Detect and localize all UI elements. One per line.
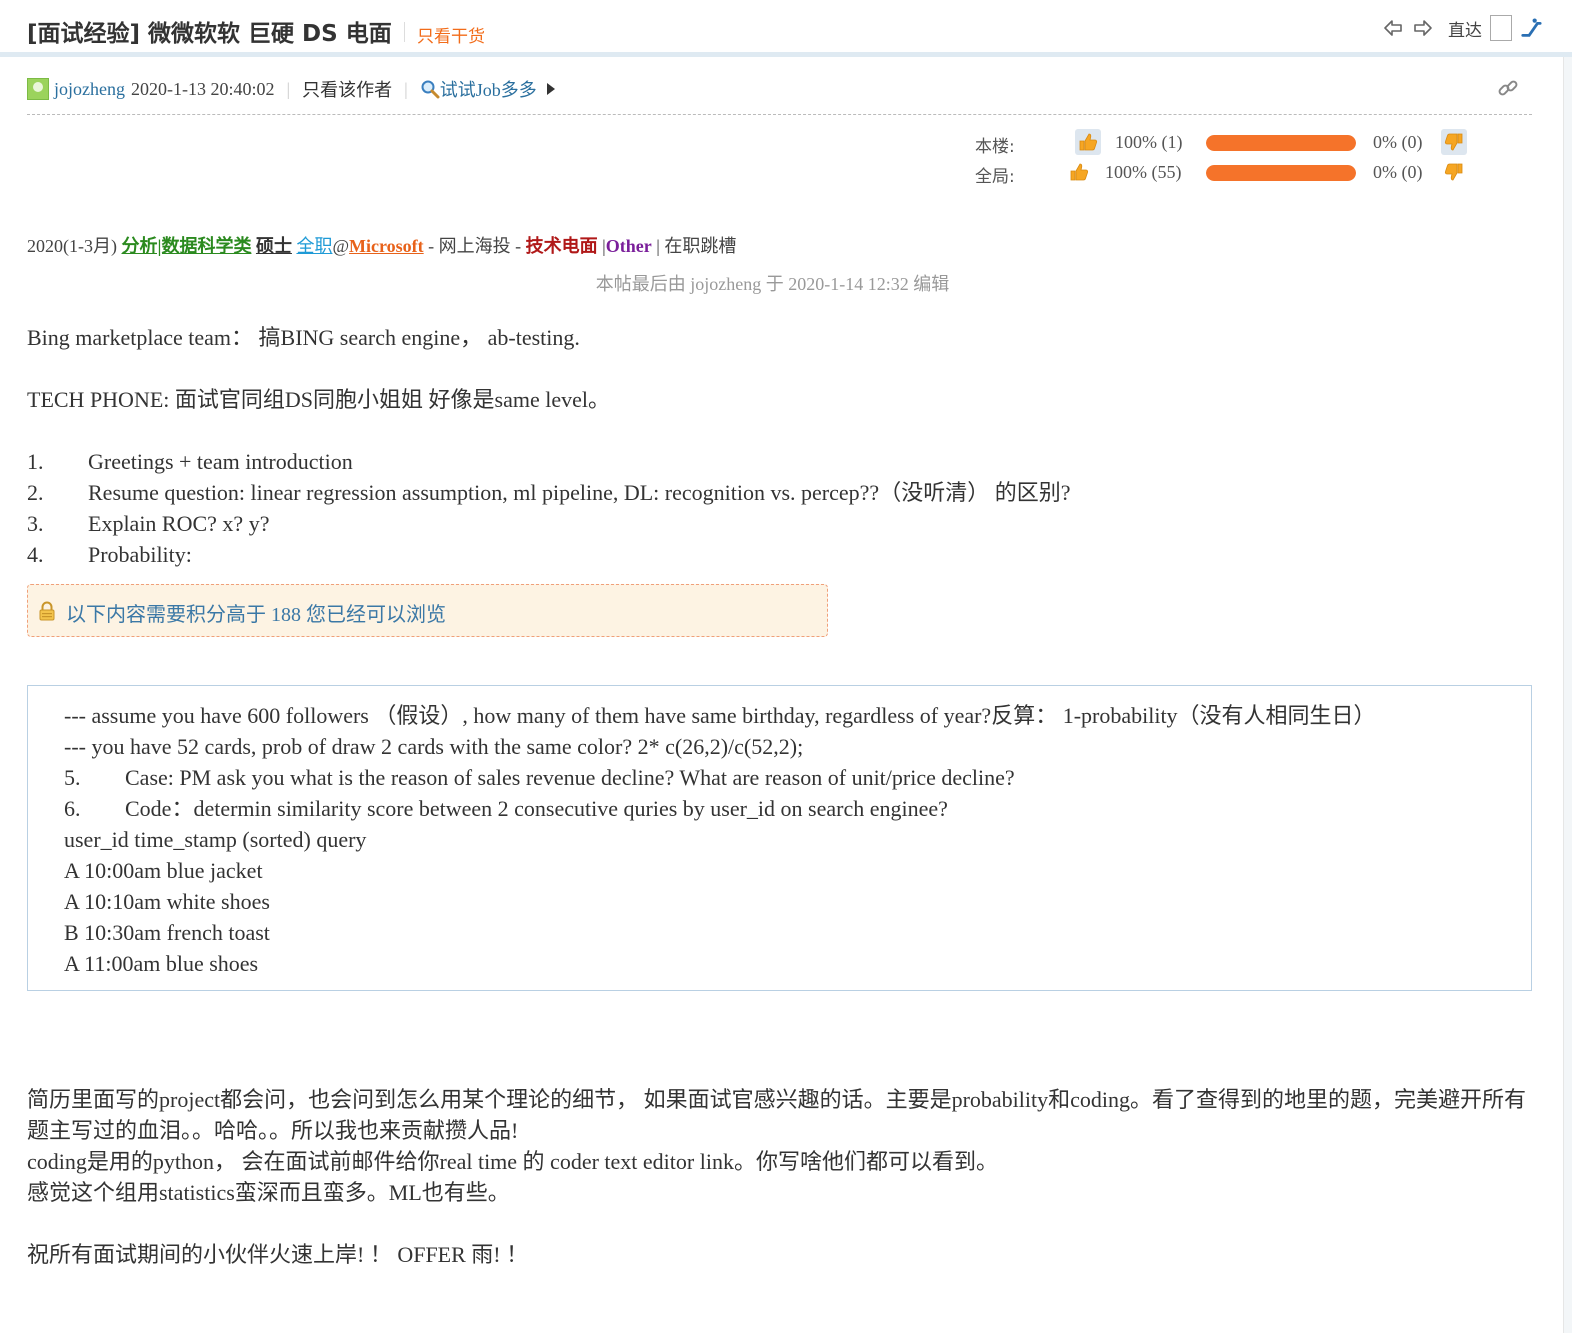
rating-label: 本楼:	[975, 137, 1015, 157]
table-header: user_id time_stamp (sorted) query	[64, 827, 367, 852]
thread-header: [面试经验] 微微软软 巨硬 DS 电面 只看干货 直达	[27, 12, 1572, 52]
lock-icon	[38, 601, 56, 621]
avatar[interactable]	[27, 78, 49, 100]
list-text: Greetings + team introduction	[88, 449, 353, 474]
list-item: 6. Code：determin similarity score between…	[64, 793, 1376, 824]
rating-up-value: 100% (55)	[1105, 162, 1182, 182]
tag-status: | 在职跳槽	[656, 236, 737, 256]
thumbs-down-icon[interactable]	[1441, 159, 1467, 185]
list-number: 3.	[27, 511, 44, 536]
tag-field[interactable]: 分析|数据科学类	[121, 236, 251, 256]
rating-up-value: 100% (1)	[1115, 132, 1183, 152]
list-number: 4.	[27, 542, 44, 567]
header-divider	[0, 52, 1572, 57]
table-row: A 10:10am white shoes	[64, 889, 270, 914]
list-text: Case: PM ask you what is the reason of s…	[125, 765, 1015, 790]
search-job-label: 试试Job多多	[439, 80, 537, 100]
tag-period: 2020(1-3月)	[27, 236, 117, 256]
next-arrow-icon[interactable]	[1412, 17, 1434, 39]
paragraph: 祝所有面试期间的小伙伴火速上岸! ！ OFFER 雨! ！	[27, 1242, 529, 1267]
escalator-icon[interactable]	[1520, 17, 1542, 39]
list-item: 5. Case: PM ask you what is the reason of…	[64, 762, 1376, 793]
list-text: Code：determin similarity score between 2…	[125, 796, 948, 821]
tag-result: Other	[605, 236, 652, 256]
hidden-line: --- you have 52 cards, prob of draw 2 ca…	[64, 734, 804, 759]
hidden-content-box: --- assume you have 600 followers （假设）, …	[27, 685, 1532, 991]
expand-arrow-icon[interactable]	[546, 83, 555, 95]
prev-arrow-icon[interactable]	[1382, 17, 1404, 39]
thumbs-up-icon[interactable]	[1066, 159, 1092, 185]
tag-at: @	[332, 236, 350, 256]
list-text: Probability:	[88, 542, 192, 567]
tag-job-type[interactable]: 全职	[296, 236, 332, 256]
tag-channel: - 网上海投 -	[428, 236, 522, 256]
tag-stage: 技术电面	[525, 236, 598, 256]
locked-content-notice: 以下内容需要积分高于 188 您已经可以浏览	[27, 584, 828, 637]
tag-company[interactable]: Microsoft	[349, 236, 424, 256]
author-link[interactable]: jojozheng	[54, 79, 125, 100]
rating-bar-fill	[1206, 135, 1356, 151]
list-number: 2.	[27, 480, 44, 505]
rating-panel: 本楼: 100% (1) 0% (0) 全局: 100% (55) 0% (0)	[975, 128, 1475, 188]
list-number: 5.	[64, 765, 81, 790]
list-number: 1.	[27, 449, 44, 474]
table-row: B 10:30am french toast	[64, 920, 270, 945]
list-number: 6.	[64, 796, 81, 821]
paragraph: coding是用的python， 会在面试前邮件给你real time 的 co…	[27, 1149, 998, 1174]
search-icon	[421, 80, 440, 99]
tag-degree[interactable]: 硕士	[256, 236, 292, 256]
table-row: A 11:00am blue shoes	[64, 951, 259, 976]
meta-divider-line	[27, 114, 1532, 115]
title-divider	[404, 22, 405, 42]
edited-note: 本帖最后由 jojozheng 于 2020-1-14 12:32 编辑	[595, 274, 950, 294]
body-line: Bing marketplace team： 搞BING search engi…	[27, 325, 580, 350]
paragraph: 简历里面写的project都会问，也会问到怎么用某个理论的细节， 如果面试官感兴…	[27, 1087, 1527, 1143]
rating-label: 全局:	[975, 167, 1015, 187]
post-meta: jojozheng 2020-1-13 20:40:02 | 只看该作者 | 试…	[27, 76, 555, 102]
post-tags: 2020(1-3月) 分析|数据科学类 硕士 全职@Microsoft - 网上…	[27, 232, 736, 258]
thread-title: [面试经验] 微微软软 巨硬 DS 电面	[27, 21, 392, 47]
thumbs-down-icon[interactable]	[1441, 129, 1467, 155]
only-dry-goods-link[interactable]: 只看干货	[417, 22, 485, 47]
rating-row-this-floor: 本楼: 100% (1) 0% (0)	[975, 128, 1475, 158]
post-date: 2020-1-13 20:40:02	[130, 78, 275, 99]
list-text: Resume question: linear regression assum…	[88, 480, 1071, 505]
rating-down-value: 0% (0)	[1373, 132, 1423, 152]
only-author-link[interactable]: 只看该作者	[302, 76, 392, 102]
list-text: Explain ROC? x? y?	[88, 511, 270, 536]
table-row: A 10:00am blue jacket	[64, 858, 263, 883]
post-footer-text: 简历里面写的project都会问，也会问到怎么用某个理论的细节， 如果面试官感兴…	[27, 1084, 1532, 1270]
jump-floor-input[interactable]	[1490, 15, 1512, 41]
search-job-link[interactable]: 试试Job多多	[420, 76, 537, 102]
meta-divider: |	[286, 78, 291, 99]
meta-divider: |	[404, 78, 408, 99]
rating-bar-fill	[1206, 165, 1356, 181]
body-line: TECH PHONE: 面试官同组DS同胞小姐姐 好像是same level。	[27, 387, 610, 412]
jump-label: 直达	[1448, 20, 1482, 41]
thumbs-up-icon[interactable]	[1075, 129, 1101, 155]
paragraph: 感觉这个组用statistics蛮深而且蛮多。ML也有些。	[27, 1180, 510, 1205]
rating-row-overall: 全局: 100% (55) 0% (0)	[975, 158, 1475, 188]
link-icon[interactable]	[1496, 76, 1520, 100]
locked-message: 以下内容需要积分高于 188 您已经可以浏览	[66, 604, 446, 626]
rating-down-value: 0% (0)	[1373, 162, 1423, 182]
hidden-line: --- assume you have 600 followers （假设）, …	[64, 703, 1376, 728]
rating-bar	[1206, 135, 1356, 151]
header-tools: 直达	[1382, 14, 1542, 42]
rating-bar	[1206, 165, 1356, 181]
side-scroll-strip	[1563, 57, 1572, 1333]
